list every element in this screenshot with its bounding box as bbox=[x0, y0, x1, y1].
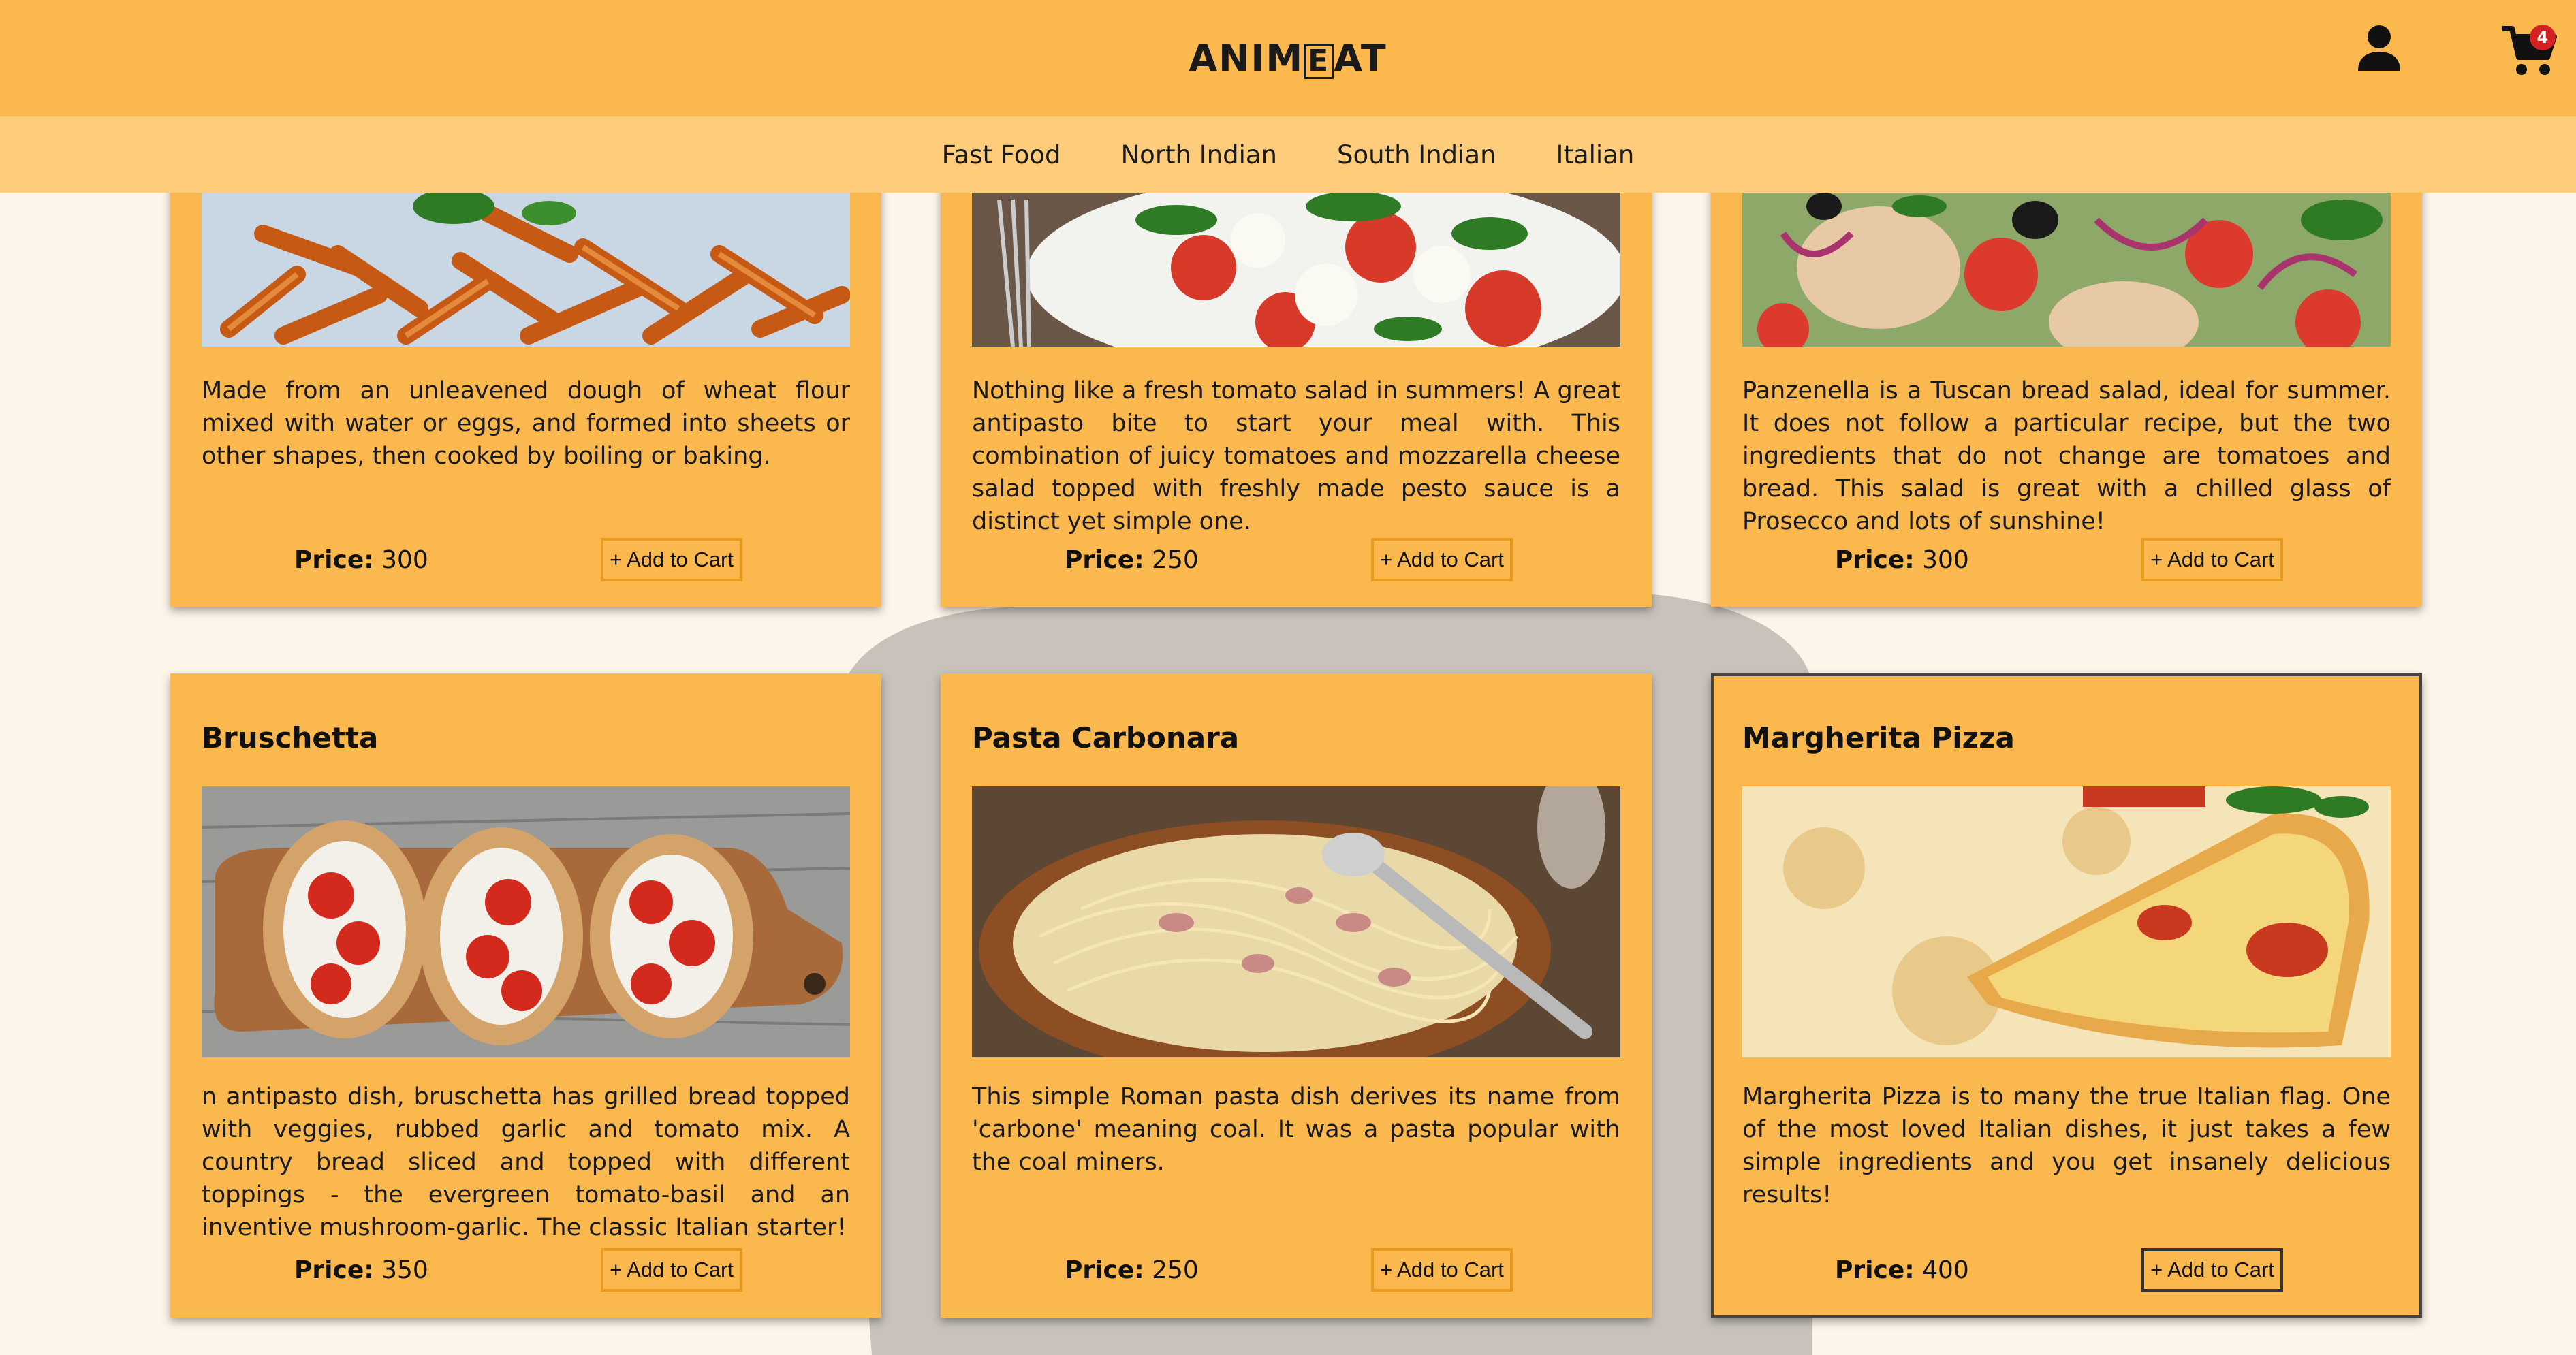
caprese-salad-image bbox=[972, 193, 1620, 347]
brand-logo[interactable]: ANIM E AT bbox=[1189, 37, 1387, 80]
product-card-carbonara: Pasta Carbonara This simple Roman pasta … bbox=[941, 673, 1652, 1318]
carbonara-image bbox=[972, 786, 1620, 1057]
product-title: Pasta Carbonara bbox=[972, 721, 1240, 754]
top-header: ANIM E AT 4 bbox=[0, 0, 2576, 116]
product-description: n antipasto dish, bruschetta has grilled… bbox=[202, 1083, 850, 1241]
product-description: Made from an unleavened dough of wheat f… bbox=[202, 377, 850, 470]
product-price: Price: 250 bbox=[1065, 1256, 1199, 1284]
add-to-cart-button[interactable]: + Add to Cart bbox=[601, 1248, 742, 1292]
product-price: Price: 300 bbox=[1835, 546, 1969, 574]
add-to-cart-button[interactable]: + Add to Cart bbox=[2141, 538, 2283, 581]
bruschetta-image bbox=[202, 786, 850, 1057]
add-to-cart-button[interactable]: + Add to Cart bbox=[2141, 1248, 2283, 1292]
product-price: Price: 250 bbox=[1065, 546, 1199, 574]
product-card-panzanella: Panzenella is a Tuscan bread salad, idea… bbox=[1711, 123, 2422, 607]
add-to-cart-button[interactable]: + Add to Cart bbox=[601, 538, 742, 581]
pasta-image bbox=[202, 193, 850, 347]
nav-fast-food[interactable]: Fast Food bbox=[942, 140, 1061, 170]
product-price: Price: 350 bbox=[294, 1256, 428, 1284]
nav-north-indian[interactable]: North Indian bbox=[1121, 140, 1278, 170]
panzanella-image bbox=[1742, 193, 2391, 347]
product-card-caprese: Nothing like a fresh tomato salad in sum… bbox=[941, 123, 1652, 607]
product-card-pasta: Made from an unleavened dough of wheat f… bbox=[170, 123, 881, 607]
product-title: Bruschetta bbox=[202, 721, 379, 754]
product-description: This simple Roman pasta dish derives its… bbox=[972, 1083, 1620, 1176]
product-card-bruschetta: Bruschetta n antipasto dish, bruschetta … bbox=[170, 673, 881, 1318]
product-card-margherita: Margherita Pizza Margherita Pizza is to … bbox=[1711, 673, 2422, 1318]
product-description: Panzenella is a Tuscan bread salad, idea… bbox=[1742, 377, 2391, 535]
user-icon[interactable] bbox=[2357, 25, 2402, 72]
margherita-pizza-image bbox=[1742, 786, 2391, 1057]
product-price: Price: 300 bbox=[294, 546, 428, 574]
product-title: Margherita Pizza bbox=[1742, 721, 2015, 754]
product-price: Price: 400 bbox=[1835, 1256, 1969, 1284]
category-nav: Fast Food North Indian South Indian Ital… bbox=[0, 116, 2576, 193]
nav-italian[interactable]: Italian bbox=[1556, 140, 1635, 170]
cart-count-badge: 4 bbox=[2530, 25, 2556, 50]
nav-south-indian[interactable]: South Indian bbox=[1337, 140, 1496, 170]
add-to-cart-button[interactable]: + Add to Cart bbox=[1371, 1248, 1513, 1292]
add-to-cart-button[interactable]: + Add to Cart bbox=[1371, 538, 1513, 581]
product-description: Margherita Pizza is to many the true Ita… bbox=[1742, 1083, 2391, 1209]
product-description: Nothing like a fresh tomato salad in sum… bbox=[972, 377, 1620, 535]
